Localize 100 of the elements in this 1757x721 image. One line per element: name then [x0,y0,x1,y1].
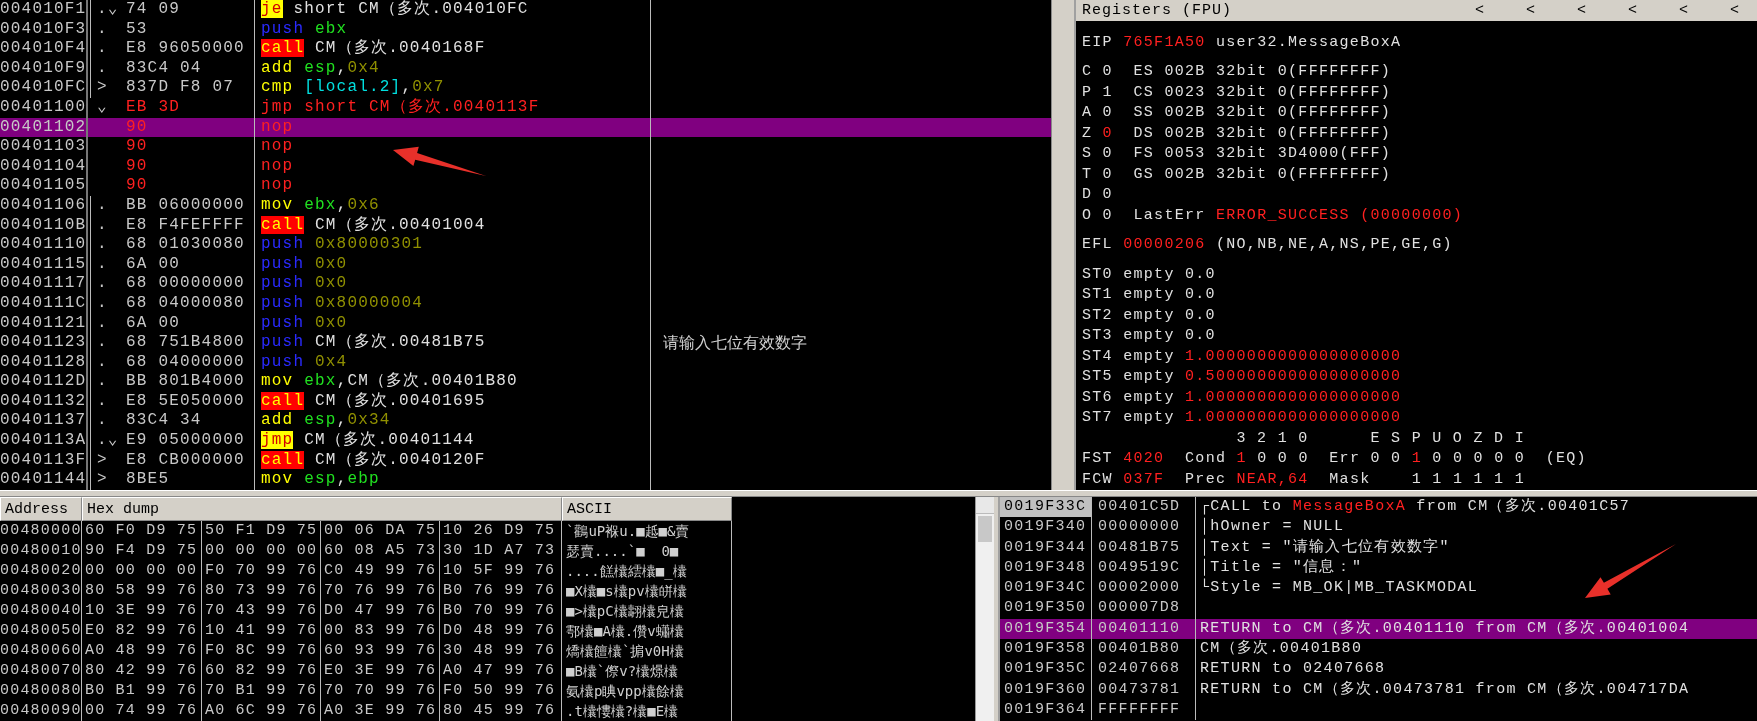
instruction-cell: push 0x0 [254,313,650,334]
hex-cell-text: BB 06000000 [125,195,246,216]
ascii-cell: 燆欜饘欜`掮v0H欜 [562,641,732,661]
value-cell: 00401110 [1092,618,1196,640]
value-cell: 000007D8 [1092,598,1196,619]
address-cell: 004010F9 [0,58,88,79]
register-line: S 0 FS 0053 32bit 3D4000(FFF) [1082,144,1392,164]
hex-cell-text: E8 5E050000 [125,391,246,412]
address-cell: 0040113A [0,431,88,451]
hex-cell-text: BB 801B4000 [125,372,246,392]
jump-mark: . [90,39,124,59]
jump-mark: . [90,274,124,294]
register-line: ST0 empty 0.0 [1082,264,1216,285]
register-line: ST7 empty 1.0000000000000000000 [1082,408,1402,428]
collapse-button[interactable]: < [1623,1,1641,19]
jump-mark: . [90,58,124,79]
hex-cell: E0 82 99 76 10 41 99 76 00 83 99 76 D0 48 99 76 [82,621,562,641]
column-header[interactable]: Hex dump [82,497,562,521]
address-cell: 00401123 [0,333,88,353]
scrollbar[interactable] [975,497,994,721]
value-cell: 00000000 [1092,517,1196,538]
column-header[interactable]: Address [0,497,82,521]
address-cell: 0019F360 [1000,679,1092,700]
selected-row[interactable]: 0019F354 00401110 RETURN to CM（多次.00401110 from CM（多次.00401004 [1000,618,1757,640]
hex-cell-text: 68 00000000 [125,274,246,294]
hex-cell-text: E9 05000000 [125,431,246,451]
hex-cell: 80 58 99 76 80 73 99 76 70 76 99 76 B0 76 99 76 [82,581,562,601]
collapse-button[interactable]: < [1674,1,1692,19]
address-cell: 00480030 [0,581,82,601]
collapse-button[interactable]: < [1572,1,1590,19]
register-line: FCW 037F Prec NEAR,64 Mask 1 1 1 1 1 1 [1082,469,1526,490]
address-cell: 00480020 [0,561,82,581]
ascii-cell: `鸛uP褓u.■趆■&賣 [562,521,732,541]
address-cell: 0019F340 [1000,517,1092,538]
address-cell: 004010F4 [0,39,88,59]
jump-mark: > [90,78,124,98]
instruction-cell: mov esp,ebp [254,470,650,490]
jump-mark: . [90,391,124,412]
address-cell: 00480010 [0,541,82,561]
instruction-cell: mov ebx,0x6 [254,195,650,216]
register-line: ST4 empty 1.0000000000000000000 [1082,346,1402,367]
hex-cell-text: E8 96050000 [125,39,246,59]
instruction-cell: add esp,0x4 [254,58,650,79]
address-cell: 00401128 [0,352,88,373]
address-cell: 004010FC [0,78,88,98]
address-cell: 00401105 [0,176,88,196]
instruction-cell: call CM（多次.0040120F [254,450,650,471]
hex-cell-text: 68 01030080 [125,235,246,255]
hex-cell-text: 68 751B4800 [125,333,246,353]
instruction-cell: push CM（多次.00481B75 [254,333,650,353]
instruction-cell: call CM（多次.00401695 [254,391,650,412]
jump-mark: . [90,19,124,40]
instruction-cell: call CM（多次.0040168F [254,39,650,59]
address-cell: 00401102 [0,117,88,138]
comment-cell-text: │hOwner = NULL [1199,517,1346,538]
register-line: T 0 GS 002B 32bit 0(FFFFFFFF) [1082,164,1392,185]
jump-mark: ⌄ [96,97,109,118]
selected-row[interactable]: 00401102 90 nop [0,117,1051,138]
register-line: ST2 empty 0.0 [1082,305,1216,326]
hex-cell-text: 68 04000000 [125,352,246,373]
jump-mark: .⌄ [90,0,124,20]
comment-cell-text: RETURN to 02407668 [1199,659,1387,680]
instruction-cell: push 0x80000004 [254,293,650,314]
jump-mark: . [90,215,124,236]
collapse-button[interactable]: < [1726,1,1743,19]
hex-cell: 10 3E 99 76 70 43 99 76 D0 47 99 76 B0 70 99 76 [82,601,562,621]
address-cell: 0040111C [0,293,88,314]
ascii-cell: ■B欜`傺v?欜燝欜 [562,661,732,681]
jump-mark: > [90,450,124,471]
address-cell: 00401132 [0,391,88,412]
instruction-cell: je short CM（多次.004010FC [254,0,650,20]
value-cell: 00401B80 [1092,639,1196,660]
address-cell: 00480000 [0,521,82,541]
collapse-button[interactable]: < [1521,1,1539,19]
ascii-cell: 瑟賣....`■ 0■ [562,541,732,561]
instruction-cell: push 0x0 [254,274,650,294]
address-cell: 00480060 [0,641,82,661]
ascii-cell: .t欜慺欜?欜■E欜 [562,701,732,721]
comment-cell-text: RETURN to CM（多次.00473781 from CM（多次.004717DA [1199,679,1691,700]
collapse-button[interactable]: < [1470,1,1488,19]
hex-cell-text: 90 [125,176,149,196]
hex-cell-text: 6A 00 [125,254,181,275]
scrollbar[interactable] [1051,0,1074,490]
instruction-cell: jmp CM（多次.00401144 [254,431,650,451]
jump-mark: . [90,372,124,392]
comment-cell-text: │Text = "请输入七位有效数字" [1199,537,1451,558]
address-cell: 0040112D [0,372,88,392]
jump-mark: . [90,235,124,255]
register-line: EIP 765F1A50 user32.MessageBoxA [1082,32,1402,53]
register-line: C 0 ES 002B 32bit 0(FFFFFFFF) [1082,62,1392,82]
value-cell: 00002000 [1092,578,1196,599]
hex-cell: B0 B1 99 76 70 B1 99 76 70 70 99 76 F0 50 99 76 [82,681,562,701]
address-cell: 0019F358 [1000,639,1092,660]
pane-splitter[interactable] [0,490,1757,497]
value-cell: 00481B75 [1092,537,1196,558]
register-line: ST1 empty 0.0 [1082,285,1216,305]
jump-mark: . [90,352,124,373]
hex-cell: 90 F4 D9 75 00 00 00 00 60 08 A5 73 30 1D A7 73 [82,541,562,561]
column-header[interactable]: ASCII [562,497,732,521]
address-cell: 00401117 [0,274,88,294]
